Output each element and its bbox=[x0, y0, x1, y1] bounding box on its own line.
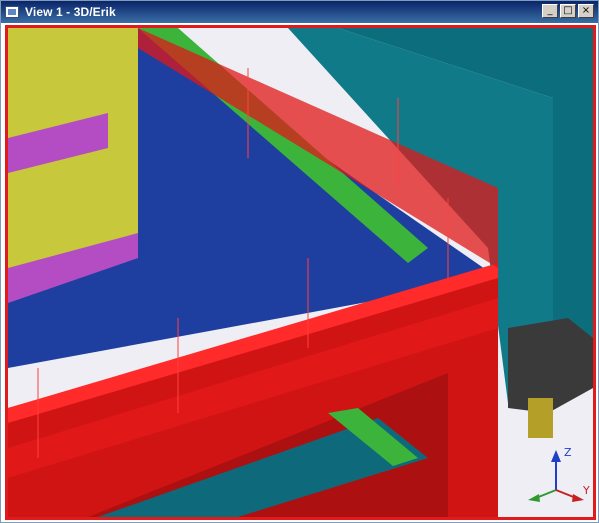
view-window: View 1 - 3D/Erik _ □ × Z Y bbox=[0, 0, 599, 523]
view-window-icon bbox=[5, 6, 19, 18]
minimize-button[interactable]: _ bbox=[542, 4, 558, 18]
3d-viewport[interactable]: Z Y bbox=[5, 25, 596, 520]
yellow-support bbox=[528, 398, 553, 438]
maximize-button[interactable]: □ bbox=[560, 4, 576, 18]
y-axis-label: Y bbox=[582, 484, 590, 497]
title-bar[interactable]: View 1 - 3D/Erik _ □ × bbox=[1, 1, 598, 23]
z-axis-label: Z bbox=[564, 446, 572, 459]
window-controls: _ □ × bbox=[542, 4, 594, 18]
model-render: Z Y bbox=[8, 28, 593, 517]
window-title: View 1 - 3D/Erik bbox=[25, 5, 116, 19]
close-button[interactable]: × bbox=[578, 4, 594, 18]
